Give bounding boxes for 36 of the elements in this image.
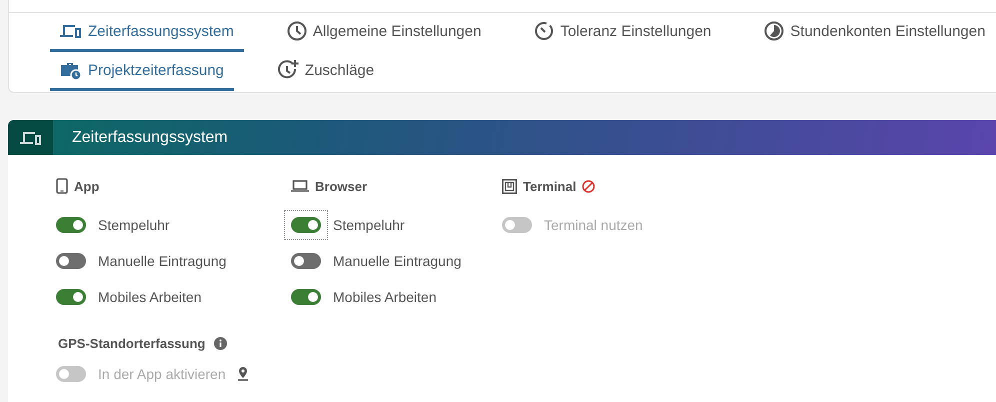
- tab[interactable]: Toleranz Einstellungen: [524, 13, 722, 52]
- tab[interactable]: Zeiterfassungssystem: [50, 13, 244, 52]
- toggle-label: In der App aktivieren: [98, 366, 226, 382]
- tab[interactable]: Allgemeine Einstellungen: [276, 13, 492, 52]
- panel-title: Zeiterfassungssystem: [72, 128, 228, 146]
- clock-plus-icon: [276, 59, 299, 81]
- toggle-label: Mobiles Arbeiten: [333, 289, 437, 305]
- tab[interactable]: Stundenkonten Einstellungen: [754, 13, 996, 52]
- terminal-icon: [502, 178, 517, 194]
- phone-icon: [56, 178, 68, 194]
- toggle-switch[interactable]: [56, 217, 86, 233]
- tab[interactable]: Zuschläge: [266, 52, 384, 91]
- tab[interactable]: Projektzeiterfassung: [50, 52, 234, 91]
- toggle-switch[interactable]: [291, 253, 321, 269]
- toggle-switch[interactable]: [56, 289, 86, 305]
- toggle-label: Manuelle Eintragung: [333, 253, 462, 269]
- location-pin-icon: [238, 367, 248, 381]
- info-icon[interactable]: [214, 336, 228, 350]
- pie-chart-icon: [764, 21, 784, 41]
- toggle-switch[interactable]: [291, 289, 321, 305]
- column-heading: Terminal: [523, 178, 576, 194]
- devices-icon: [60, 23, 82, 39]
- gps-heading: GPS-Standorterfassung: [58, 336, 206, 350]
- toggle-label: Manuelle Eintragung: [98, 253, 226, 269]
- clock-icon: [286, 21, 307, 41]
- toggle-label: Mobiles Arbeiten: [98, 289, 202, 305]
- toggle-label: Terminal nutzen: [544, 217, 643, 233]
- toggle-label: Stempeluhr: [98, 217, 170, 233]
- toggle-label: Stempeluhr: [333, 217, 405, 233]
- toggle-switch[interactable]: [291, 217, 321, 233]
- timer-icon: [534, 21, 554, 41]
- column-heading: App: [74, 178, 100, 194]
- column-heading: Browser: [315, 178, 368, 194]
- devices-icon: [20, 130, 42, 146]
- toggle-switch[interactable]: [56, 253, 86, 269]
- laptop-icon: [291, 180, 309, 192]
